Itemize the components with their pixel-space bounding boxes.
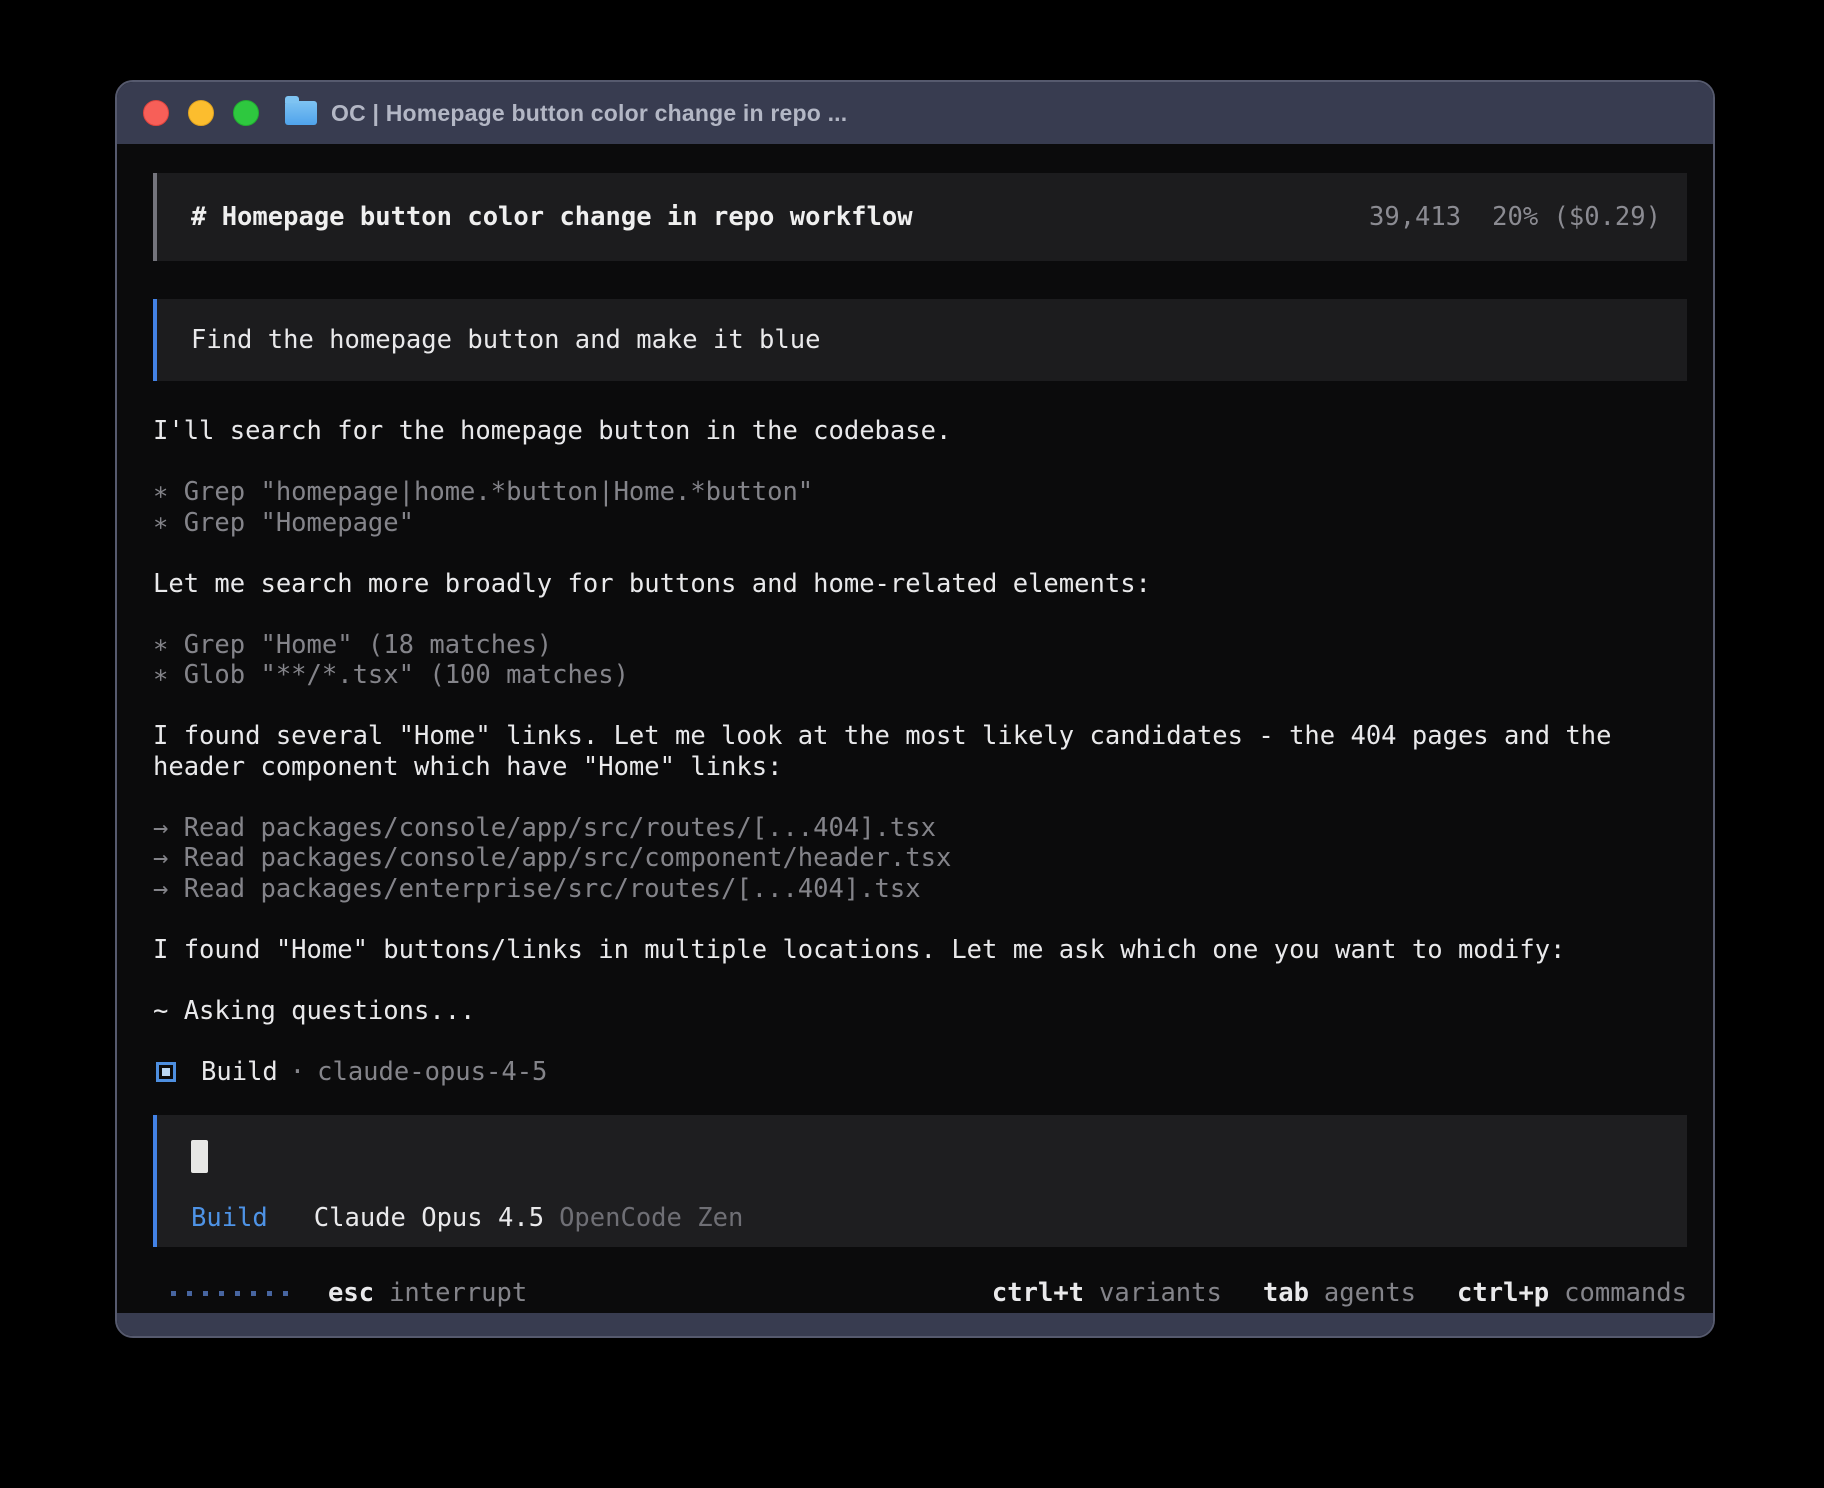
prompt-mode-line: Build Claude Opus 4.5 OpenCode Zen [191, 1203, 1661, 1234]
transcript-line: I found "Home" buttons/links in multiple… [153, 935, 1687, 966]
transcript-line: → Read packages/console/app/src/routes/[… [153, 813, 1687, 844]
window-bottom-chrome [117, 1313, 1713, 1336]
transcript-paragraph: I found "Home" buttons/links in multiple… [153, 935, 1687, 966]
traffic-lights [143, 100, 259, 126]
transcript-paragraph: I'll search for the homepage button in t… [153, 416, 1687, 447]
transcript-paragraph: Let me search more broadly for buttons a… [153, 569, 1687, 600]
token-count: 39,413 [1369, 202, 1461, 233]
footer-left: esc interrupt [153, 1278, 527, 1309]
transcript-paragraph: ∗ Grep "homepage|home.*button|Home.*butt… [153, 477, 1687, 538]
transcript-line: I'll search for the homepage button in t… [153, 416, 1687, 447]
session-stats: 39,413 20% ($0.29) [1369, 202, 1661, 233]
terminal-window: OC | Homepage button color change in rep… [115, 80, 1715, 1338]
window-titlebar[interactable]: OC | Homepage button color change in rep… [117, 82, 1713, 144]
transcript-line: → Read packages/console/app/src/componen… [153, 843, 1687, 874]
session-header: # Homepage button color change in repo w… [153, 173, 1687, 261]
spinner-dot [235, 1291, 240, 1296]
spinner-dot [187, 1291, 192, 1296]
user-message: Find the homepage button and make it blu… [153, 299, 1687, 381]
transcript-line: I found several "Home" links. Let me loo… [153, 721, 1687, 752]
hint-agents: tab agents [1263, 1278, 1416, 1309]
minimize-button[interactable] [188, 100, 214, 126]
status-footer: esc interrupt ctrl+tvariantstabagentsctr… [153, 1278, 1687, 1309]
transcript-line: ∗ Grep "Home" (18 matches) [153, 630, 1687, 661]
spinner-dot [267, 1291, 272, 1296]
prompt-mode[interactable]: Build [191, 1203, 268, 1234]
spinner-dot [219, 1291, 224, 1296]
user-message-text: Find the homepage button and make it blu… [191, 325, 820, 356]
footer-right: ctrl+t variants tab agents ctrl+p commands [992, 1278, 1687, 1309]
zoom-button[interactable] [233, 100, 259, 126]
hint-key: ctrl+p [1457, 1278, 1549, 1309]
transcript-line: ∗ Glob "**/*.tsx" (100 matches) [153, 660, 1687, 691]
session-title: # Homepage button color change in repo w… [191, 202, 913, 233]
transcript-paragraph: ∗ Grep "Home" (18 matches)∗ Glob "**/*.t… [153, 630, 1687, 691]
hint-variants: ctrl+t variants [992, 1278, 1222, 1309]
hint-label: agents [1324, 1278, 1416, 1309]
spinner-dot [283, 1291, 288, 1296]
transcript-line: header component which have "Home" links… [153, 752, 1687, 783]
transcript-line: ∗ Grep "homepage|home.*button|Home.*butt… [153, 477, 1687, 508]
spinner-dots [171, 1291, 288, 1296]
agent-model: claude-opus-4-5 [317, 1057, 547, 1088]
context-usage: 20% ($0.29) [1492, 202, 1661, 233]
spinner-dot [171, 1291, 176, 1296]
window-title: OC | Homepage button color change in rep… [331, 100, 847, 127]
prompt-provider: OpenCode Zen [559, 1203, 743, 1234]
prompt-model[interactable]: Claude Opus 4.5 [314, 1203, 544, 1234]
hint-key: ctrl+t [992, 1278, 1084, 1309]
transcript-paragraph: I found several "Home" links. Let me loo… [153, 721, 1687, 782]
hint-label: commands [1564, 1278, 1687, 1309]
transcript-paragraph: ~ Asking questions... [153, 996, 1687, 1027]
hint-label: variants [1099, 1278, 1222, 1309]
prompt-input[interactable]: Build Claude Opus 4.5 OpenCode Zen [153, 1115, 1687, 1247]
folder-icon [285, 101, 317, 125]
text-cursor [191, 1140, 208, 1173]
hint-key-esc: esc [328, 1278, 374, 1309]
hint-commands: ctrl+p commands [1457, 1278, 1687, 1309]
agent-build-icon [156, 1062, 176, 1082]
close-button[interactable] [143, 100, 169, 126]
hint-label-interrupt: interrupt [389, 1278, 527, 1309]
agent-separator: · [278, 1057, 317, 1088]
transcript-line: → Read packages/enterprise/src/routes/[.… [153, 874, 1687, 905]
transcript: I'll search for the homepage button in t… [153, 416, 1687, 1026]
transcript-line: ∗ Grep "Homepage" [153, 508, 1687, 539]
desktop-background: OC | Homepage button color change in rep… [0, 0, 1824, 1488]
transcript-paragraph: → Read packages/console/app/src/routes/[… [153, 813, 1687, 905]
spinner-dot [203, 1291, 208, 1296]
terminal-content: # Homepage button color change in repo w… [117, 144, 1713, 1313]
agent-status-line: Build · claude-opus-4-5 [153, 1057, 1687, 1088]
agent-name: Build [201, 1057, 278, 1088]
transcript-line: Let me search more broadly for buttons a… [153, 569, 1687, 600]
hint-key: tab [1263, 1278, 1309, 1309]
transcript-line: ~ Asking questions... [153, 996, 1687, 1027]
spinner-dot [251, 1291, 256, 1296]
